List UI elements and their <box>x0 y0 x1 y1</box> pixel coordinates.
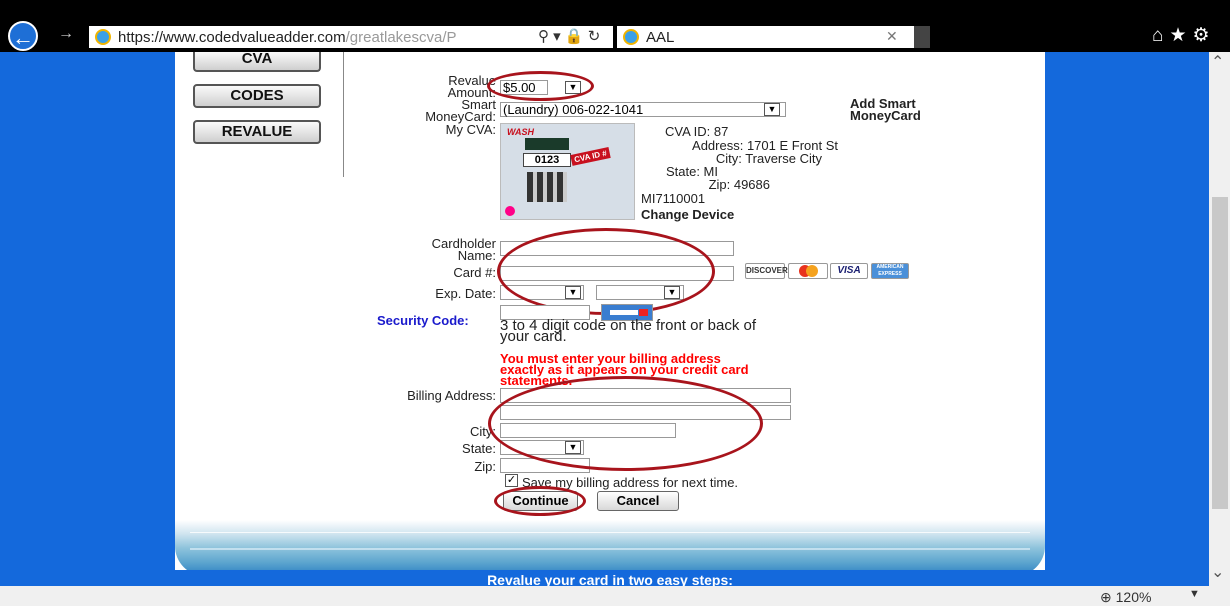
annotation-circle-continue <box>494 486 586 516</box>
city-label: City: <box>470 424 496 439</box>
forward-arrow-icon[interactable]: → <box>58 25 74 43</box>
home-icon[interactable]: ⌂ <box>1152 25 1169 46</box>
kiosk-keypad <box>527 172 567 202</box>
smart-moneycard-label: Smart MoneyCard: <box>425 97 496 124</box>
my-cva-label: My CVA: <box>445 122 496 137</box>
nav-codes-button[interactable]: CODES <box>193 84 321 108</box>
state-label: State: <box>462 441 496 456</box>
exp-date-label: Exp. Date: <box>435 286 496 301</box>
kiosk-brand: WASH <box>507 127 534 137</box>
toolbar-icons[interactable]: ⌂★⚙ <box>1152 24 1216 47</box>
amex-logo: AMERICAN EXPRESS <box>871 263 909 279</box>
security-code-label: Security Code: <box>377 313 469 328</box>
chevron-down-icon[interactable]: ▼ <box>764 103 780 116</box>
new-tab-button[interactable] <box>914 26 930 48</box>
tab-ie-logo-icon <box>623 29 639 45</box>
tab-title: AAL <box>646 29 675 46</box>
refresh-icon[interactable]: ↻ <box>588 28 601 45</box>
visa-logo: VISA <box>830 263 868 279</box>
zoom-icon: ⊕ <box>1100 589 1112 605</box>
kiosk-logo <box>505 206 515 216</box>
annotation-circle-card <box>497 228 715 315</box>
scroll-down-icon[interactable]: ⌄ <box>1211 562 1224 582</box>
change-device-link[interactable]: Change Device <box>641 207 734 222</box>
lock-icon: 🔒 <box>564 28 584 45</box>
annotation-circle-billing <box>488 376 763 471</box>
card-number-label: Card #: <box>453 265 496 280</box>
billing-address-label: Billing Address: <box>407 388 496 403</box>
cva-id-text: CVA ID: 87 <box>665 124 729 139</box>
add-smart-moneycard-link[interactable]: Add Smart MoneyCard <box>850 97 921 122</box>
settings-gear-icon[interactable]: ⚙ <box>1193 25 1216 46</box>
mastercard-logo-icon <box>788 263 828 279</box>
cva-zip-text: Zip: 49686 <box>708 177 770 192</box>
nav-revalue-button[interactable]: REVALUE <box>193 120 321 144</box>
url-text[interactable]: https://www.codedvalueadder.com/greatlak… <box>118 29 536 46</box>
security-help-text: 3 to 4 digit code on the front or back o… <box>500 317 756 345</box>
annotation-circle-revalue <box>487 71 594 101</box>
sidebar-divider <box>343 52 344 177</box>
back-arrow-icon[interactable]: ← <box>8 21 38 51</box>
status-bar <box>0 586 1230 606</box>
zoom-level[interactable]: ⊕ 120% <box>1100 589 1151 606</box>
cancel-button[interactable]: Cancel <box>597 491 679 511</box>
smart-moneycard-select[interactable]: (Laundry) 006-022-1041 <box>500 102 786 117</box>
wave-highlight <box>190 532 1030 533</box>
revalue-amount-label: Revalue Amount: <box>447 73 496 100</box>
ie-logo-icon <box>95 29 111 45</box>
wave-highlight <box>190 548 1030 550</box>
favorites-star-icon[interactable]: ★ <box>1169 25 1192 46</box>
cardholder-name-label: Cardholder Name: <box>431 236 496 263</box>
zoom-dropdown-icon[interactable]: ▼ <box>1189 588 1200 600</box>
save-billing-checkbox[interactable]: ✓ <box>505 474 518 487</box>
address-bar-icons[interactable]: ⚲ ▾ 🔒 ↻ <box>538 27 600 45</box>
scrollbar-thumb[interactable] <box>1212 197 1228 509</box>
scroll-up-icon[interactable]: ⌃ <box>1211 52 1224 72</box>
kiosk-number: 0123 <box>523 153 571 167</box>
tab-close-icon[interactable]: ✕ <box>886 28 898 45</box>
search-icon[interactable]: ⚲ <box>538 28 549 45</box>
dropdown-icon[interactable]: ▾ <box>553 28 561 45</box>
kiosk-screen <box>525 138 569 150</box>
nav-cva-button[interactable]: CVA <box>193 51 321 72</box>
zip-label: Zip: <box>474 459 496 474</box>
discover-logo: DISCOVER <box>745 263 788 279</box>
device-code-text: MI7110001 <box>641 191 706 206</box>
